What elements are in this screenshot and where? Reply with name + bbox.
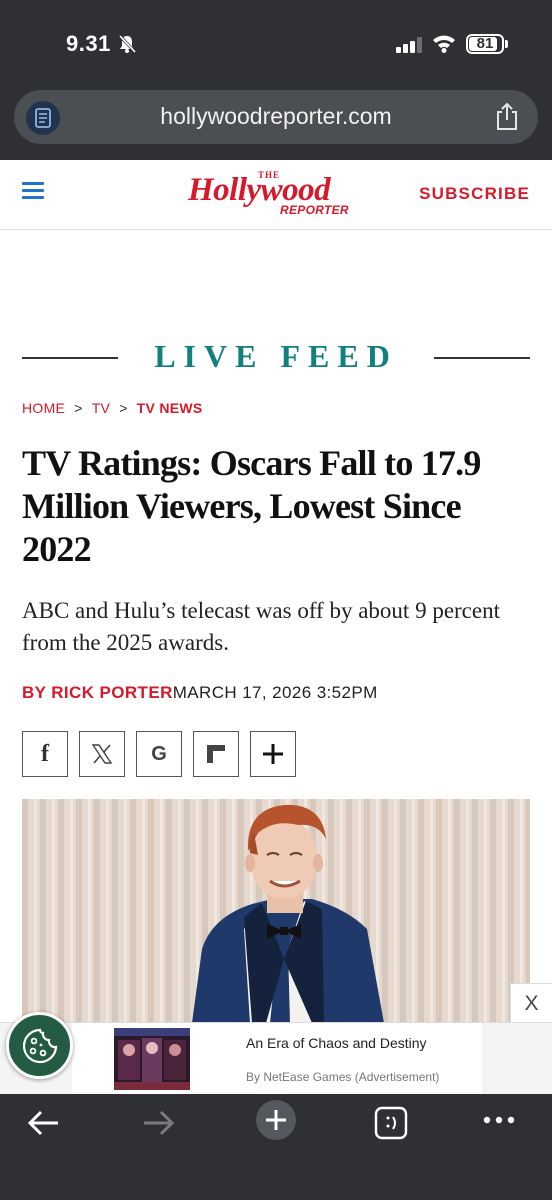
new-tab-button[interactable] [256, 1100, 296, 1140]
menu-icon[interactable] [22, 182, 46, 200]
section-rule-right [434, 357, 530, 359]
battery-nub [505, 40, 508, 48]
url-text[interactable]: hollywoodreporter.com [14, 103, 538, 130]
browser-toolbar [0, 1094, 552, 1200]
wifi-icon [433, 35, 455, 53]
hero-image[interactable] [22, 799, 530, 1023]
ad-close-button[interactable]: X [510, 983, 552, 1023]
breadcrumb-separator: > [119, 400, 128, 416]
share-google-button[interactable]: G [136, 731, 182, 777]
plus-icon [266, 1110, 286, 1130]
share-x-button[interactable] [79, 731, 125, 777]
breadcrumb-separator: > [74, 400, 83, 416]
flipboard-icon [207, 745, 225, 763]
author-link[interactable]: BY RICK PORTER [22, 683, 173, 702]
article-dek: ABC and Hulu’s telecast was off by about… [22, 598, 500, 655]
status-time: 9.31 [66, 31, 111, 56]
byline: BY RICK PORTERMARCH 17, 2026 3:52PM [22, 683, 378, 703]
facebook-icon: f [41, 740, 49, 767]
address-bar[interactable]: hollywoodreporter.com [14, 90, 538, 144]
breadcrumb: HOME > TV > TV NEWS [22, 400, 203, 416]
share-icon[interactable] [494, 102, 520, 132]
ad-content[interactable]: An Era of Chaos and Destiny By NetEase G… [72, 1023, 482, 1095]
ad-title[interactable]: An Era of Chaos and Destiny [246, 1035, 427, 1051]
forward-arrow-icon[interactable] [142, 1108, 176, 1138]
bell-off-icon [118, 34, 137, 54]
host-photo [22, 799, 530, 1023]
game-art-image [114, 1028, 190, 1090]
share-more-button[interactable] [250, 731, 296, 777]
ad-banner[interactable]: An Era of Chaos and Destiny By NetEase G… [0, 1022, 552, 1095]
browser-chrome: 9.31 81 hollywoodreporter.com [0, 0, 552, 160]
site-header: THE Hollywood REPORTER SUBSCRIBE [0, 160, 552, 230]
section-header: LIVE FEED [22, 338, 530, 378]
ad-thumbnail[interactable] [114, 1028, 190, 1090]
more-options-icon[interactable] [482, 1114, 516, 1126]
cookie-settings-button[interactable] [6, 1012, 73, 1079]
share-facebook-button[interactable]: f [22, 731, 68, 777]
site-logo[interactable]: THE Hollywood REPORTER [188, 166, 368, 224]
ad-sponsor: By NetEase Games (Advertisement) [246, 1070, 440, 1084]
share-buttons: f G [22, 731, 296, 777]
publish-date: MARCH 17, 2026 3:52PM [172, 683, 378, 702]
breadcrumb-tv[interactable]: TV [92, 400, 111, 416]
back-arrow-icon[interactable] [26, 1108, 60, 1138]
plus-icon [263, 744, 283, 764]
breadcrumb-home[interactable]: HOME [22, 400, 65, 416]
breadcrumb-tv-news[interactable]: TV NEWS [137, 400, 203, 416]
battery-level: 81 [476, 35, 494, 52]
share-flipboard-button[interactable] [193, 731, 239, 777]
x-icon [91, 744, 113, 764]
cellular-signal-icon [396, 37, 422, 53]
logo-reporter: REPORTER [280, 203, 349, 217]
cookie-icon [22, 1028, 57, 1063]
battery-indicator: 81 [466, 34, 504, 54]
article-headline: TV Ratings: Oscars Fall to 17.9 Million … [22, 443, 481, 569]
tabs-icon[interactable] [374, 1106, 408, 1140]
subscribe-link[interactable]: SUBSCRIBE [419, 184, 530, 204]
google-icon: G [151, 742, 167, 765]
